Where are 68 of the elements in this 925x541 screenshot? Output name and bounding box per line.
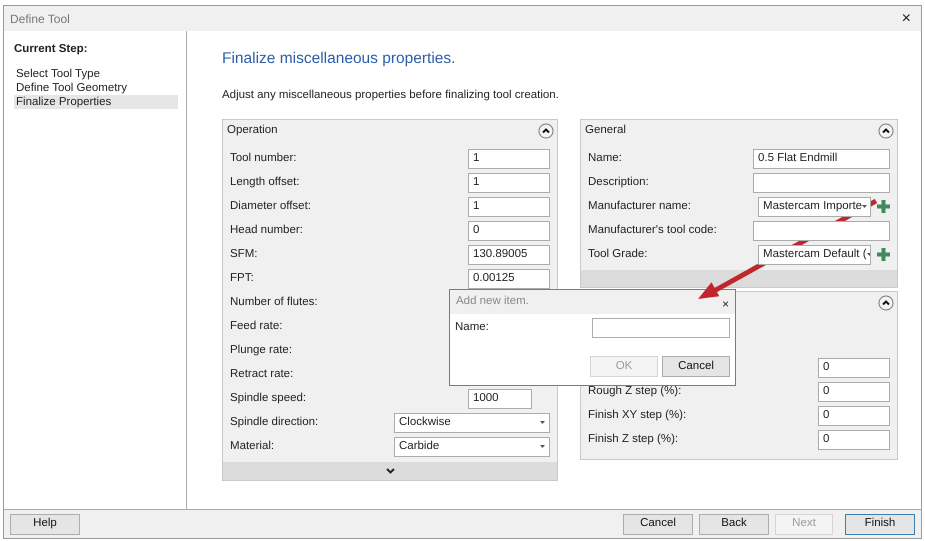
field-label: Finish Z step (%): (588, 432, 678, 447)
text-field[interactable]: 0.00125 (468, 268, 550, 288)
text-field[interactable]: 1000 (468, 388, 532, 408)
field-label: Manufacturer's tool code: (588, 222, 717, 238)
field-label: Plunge rate: (230, 342, 292, 358)
text-field[interactable]: 1 (468, 172, 550, 192)
text-field[interactable]: 0 (818, 358, 890, 378)
expand-icon[interactable] (386, 468, 394, 474)
collapse-icon[interactable] (538, 123, 554, 139)
page-title: Finalize miscellaneous properties. (222, 49, 456, 69)
footer-button[interactable]: Back (699, 514, 769, 534)
field-label: Description: (588, 174, 649, 190)
field-label: Head number: (230, 222, 303, 238)
footer-button[interactable]: Cancel (623, 514, 693, 534)
field-label: Name: (455, 320, 489, 336)
caret-icon (540, 421, 545, 424)
collapse-icon[interactable] (878, 123, 894, 139)
text-field[interactable]: 0 (468, 220, 550, 240)
close-button[interactable]: × (898, 10, 915, 26)
collapse-icon[interactable] (878, 295, 894, 311)
field-label: Spindle speed: (230, 390, 306, 406)
field-label: SFM: (230, 246, 258, 262)
panel-title: Operation (227, 123, 278, 138)
sidebar-item[interactable]: Define Tool Geometry (14, 81, 178, 96)
dropdown[interactable]: Mastercam Importe (758, 196, 871, 216)
field-label: Tool Grade: (588, 246, 648, 262)
field-label: Feed rate: (230, 318, 282, 334)
dialog-title: Add new item. (456, 294, 529, 310)
dropdown[interactable]: Clockwise (394, 412, 550, 432)
caret-icon (862, 205, 868, 208)
footer-button[interactable]: Help (10, 514, 80, 534)
page-subtitle: Adjust any miscellaneous properties before finalizing tool creation. (222, 88, 560, 104)
sidebar-item[interactable]: Select Tool Type (14, 67, 178, 82)
dialog-button[interactable]: Cancel (662, 356, 730, 377)
footer-button[interactable]: Finish (845, 514, 915, 534)
text-field[interactable]: 0 (818, 382, 890, 402)
text-field[interactable]: 0 (818, 406, 890, 426)
name-field[interactable] (592, 318, 730, 338)
field-label: Manufacturer name: (588, 198, 691, 214)
field-label: Material: (230, 438, 274, 454)
text-field[interactable] (753, 172, 890, 192)
text-field[interactable]: 0.5 Flat Endmill (753, 148, 890, 168)
text-field[interactable]: 1 (468, 148, 550, 168)
field-label: Spindle direction: (230, 414, 318, 430)
field-label: Name: (588, 150, 622, 166)
field-label: Length offset: (230, 174, 300, 190)
text-field[interactable]: 0 (818, 430, 890, 450)
window-title: Define Tool (10, 10, 70, 28)
sidebar-heading: Current Step: (14, 42, 88, 57)
caret-icon (866, 253, 870, 256)
field-label: Finish XY step (%): (588, 408, 686, 423)
field-label: Tool number: (230, 150, 296, 166)
field-label: Rough Z step (%): (588, 384, 682, 399)
text-field[interactable]: 1 (468, 196, 550, 216)
field-label: Retract rate: (230, 366, 294, 382)
field-label: Diameter offset: (230, 198, 311, 214)
dropdown[interactable]: Carbide (394, 436, 550, 456)
close-button[interactable]: × (722, 298, 729, 310)
caret-icon (540, 445, 545, 448)
add-icon[interactable] (877, 248, 890, 261)
sidebar-item[interactable]: Finalize Properties (14, 95, 178, 110)
text-field[interactable]: 130.89005 (468, 244, 550, 264)
text-field[interactable] (753, 220, 890, 240)
field-label: Number of flutes: (230, 294, 318, 310)
dropdown[interactable]: Mastercam Default ( (758, 244, 871, 264)
add-icon[interactable] (877, 200, 890, 213)
panel-title: General (585, 123, 626, 138)
field-label: FPT: (230, 270, 254, 286)
